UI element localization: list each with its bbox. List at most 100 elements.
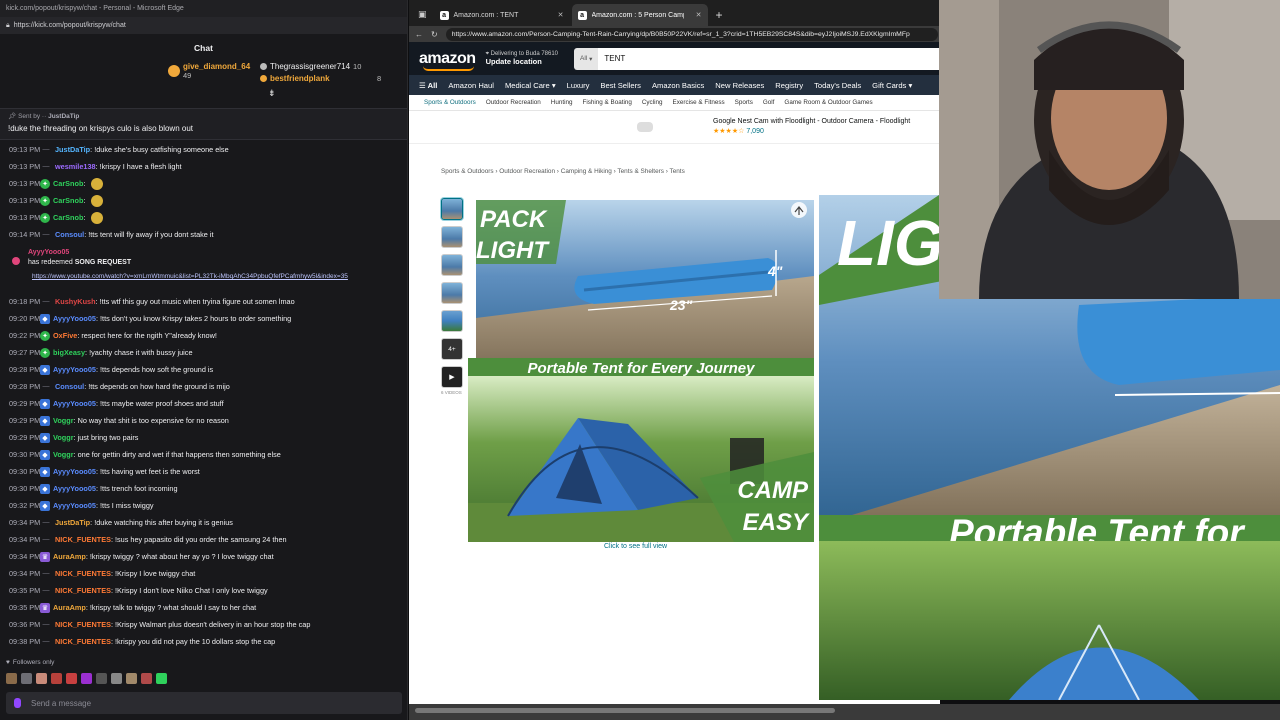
emote-icon[interactable] xyxy=(111,673,122,684)
message-username[interactable]: AuraAmp xyxy=(53,603,86,612)
emote-icon[interactable] xyxy=(156,673,167,684)
nav-medical-care[interactable]: Medical Care ▾ xyxy=(505,81,556,90)
message-username[interactable]: Voggr xyxy=(53,416,74,425)
nav-best-sellers[interactable]: Best Sellers xyxy=(600,81,641,90)
message-username[interactable]: AyyyYooo05 xyxy=(53,399,96,408)
message-timestamp: 09:29 PM xyxy=(9,416,41,425)
send-message-input[interactable]: Send a message xyxy=(6,692,402,714)
nav-all-menu[interactable]: ☰ All xyxy=(419,81,437,90)
message-username[interactable]: AyyyYooo05 xyxy=(53,365,96,374)
tab-actions-icon[interactable]: ▣ xyxy=(413,9,432,26)
redeem-link[interactable]: https://www.youtube.com/watch?v=xmLmWtmm… xyxy=(32,273,407,280)
nav-new-releases[interactable]: New Releases xyxy=(715,81,764,90)
sponsored-ad[interactable]: Google Nest Cam with Floodlight - Outdoo… xyxy=(409,111,940,144)
nav-luxury[interactable]: Luxury xyxy=(567,81,590,90)
product-main-image[interactable]: 4" 23" PACK LIGHT Portable Tent for Ever… xyxy=(468,198,814,542)
message-username[interactable]: AuraAmp xyxy=(53,552,86,561)
gifter-3[interactable]: bestfriendplank 8 xyxy=(260,74,381,83)
message-username[interactable]: AyyyYooo05 xyxy=(53,501,96,510)
tab-amazon-search[interactable]: a Amazon.com : TENT ✕ xyxy=(434,4,570,26)
message-username[interactable]: NICK_FUENTES xyxy=(55,637,111,646)
emote-icon[interactable] xyxy=(66,673,77,684)
message-username[interactable]: Consoul xyxy=(55,230,84,239)
horizontal-scrollbar[interactable] xyxy=(409,704,1280,720)
back-icon[interactable]: ← xyxy=(415,30,423,39)
nav-todays-deals[interactable]: Today's Deals xyxy=(814,81,861,90)
message-username[interactable]: AyyyYooo05 xyxy=(53,314,96,323)
video-thumbnail[interactable]: ▶ xyxy=(441,366,463,388)
message-username[interactable]: Voggr xyxy=(53,450,74,459)
emote-icon[interactable] xyxy=(81,673,92,684)
search-input[interactable] xyxy=(598,47,940,70)
pinned-user[interactable]: JustDaTip xyxy=(48,113,79,120)
nav-amazon-haul[interactable]: Amazon Haul xyxy=(448,81,494,90)
collapse-arrow-icon[interactable]: ⇟ xyxy=(268,88,276,99)
message-username[interactable]: NICK_FUENTES xyxy=(55,535,111,544)
message-username[interactable]: JustDaTip xyxy=(55,518,90,527)
emote-icon[interactable] xyxy=(6,673,17,684)
subnav-sports-outdoors[interactable]: Sports & Outdoors xyxy=(424,99,476,106)
subnav-cycling[interactable]: Cycling xyxy=(642,99,663,106)
message-username[interactable]: JustDaTip xyxy=(55,145,90,154)
emote-icon[interactable] xyxy=(96,673,107,684)
message-username[interactable]: OxFive xyxy=(53,331,77,340)
refresh-icon[interactable]: ↻ xyxy=(431,30,438,39)
nav-gift-cards[interactable]: Gift Cards ▾ xyxy=(872,81,912,90)
subnav-golf[interactable]: Golf xyxy=(763,99,775,106)
thumbnail-image[interactable] xyxy=(441,310,463,332)
gifter-1[interactable]: give_diamond_64 49 xyxy=(168,62,250,80)
subnav-outdoor-recreation[interactable]: Outdoor Recreation xyxy=(486,99,541,106)
scrollbar-thumb[interactable] xyxy=(415,708,835,713)
nav-amazon-basics[interactable]: Amazon Basics xyxy=(652,81,704,90)
redeem-user[interactable]: AyyyYooo05 xyxy=(28,249,407,256)
message-username[interactable]: AyyyYooo05 xyxy=(53,467,96,476)
amazon-logo[interactable]: amazon xyxy=(419,50,476,71)
ad-title[interactable]: Google Nest Cam with Floodlight - Outdoo… xyxy=(713,117,910,127)
address-bar[interactable]: https://www.amazon.com/Person-Camping-Te… xyxy=(445,27,938,41)
delivery-location[interactable]: ⌖ Delivering to Buda 78610 Update locati… xyxy=(486,50,558,67)
emote-icon[interactable] xyxy=(141,673,152,684)
close-icon[interactable]: ✕ xyxy=(558,11,564,19)
gifter-2[interactable]: Thegrassisgreener714 10 xyxy=(260,62,361,71)
breadcrumb[interactable]: Sports & Outdoors › Outdoor Recreation ›… xyxy=(441,168,685,175)
thumbnail-image[interactable] xyxy=(441,254,463,276)
chat-address-bar[interactable]: 🔒︎ https://kick.com/popout/krispyw/chat xyxy=(0,17,407,34)
message-username[interactable]: KushyKush xyxy=(55,297,96,306)
more-images-button[interactable]: 4+ xyxy=(441,338,463,360)
separator-icon: — xyxy=(42,383,50,390)
subnav-sports[interactable]: Sports xyxy=(735,99,753,106)
message-username[interactable]: Consoul xyxy=(55,382,84,391)
message-username[interactable]: CarSnob xyxy=(53,179,83,188)
emote-icon[interactable] xyxy=(51,673,62,684)
tab-amazon-product[interactable]: a Amazon.com : 5 Person Camping... ✕ xyxy=(571,4,708,26)
rating-count[interactable]: 7,090 xyxy=(746,128,764,135)
message-username[interactable]: NICK_FUENTES xyxy=(55,569,111,578)
emote-icon[interactable] xyxy=(21,673,32,684)
click-full-view-link[interactable]: Click to see full view xyxy=(604,543,667,550)
subnav-game-room[interactable]: Game Room & Outdoor Games xyxy=(784,99,872,106)
emote-icon[interactable] xyxy=(126,673,137,684)
subnav-hunting[interactable]: Hunting xyxy=(551,99,573,106)
top-gifters: give_diamond_64 49 Thegrassisgreener714 … xyxy=(0,60,407,90)
message-username[interactable]: AyyyYooo05 xyxy=(53,484,96,493)
thumbnail-image[interactable] xyxy=(441,282,463,304)
camp-text: CAMP xyxy=(737,477,809,504)
message-username[interactable]: Voggr xyxy=(53,433,74,442)
message-username[interactable]: bigXeasy xyxy=(53,348,85,357)
subnav-exercise-fitness[interactable]: Exercise & Fitness xyxy=(673,99,725,106)
thumbnail-image[interactable] xyxy=(441,226,463,248)
subnav-fishing-boating[interactable]: Fishing & Boating xyxy=(583,99,632,106)
microphone-icon[interactable] xyxy=(14,698,21,708)
message-username[interactable]: CarSnob xyxy=(53,196,83,205)
emote-icon[interactable] xyxy=(36,673,47,684)
new-tab-button[interactable]: + xyxy=(710,8,729,26)
thumbnail-image[interactable] xyxy=(441,198,463,220)
nav-registry[interactable]: Registry xyxy=(775,81,803,90)
message-username[interactable]: NICK_FUENTES xyxy=(55,620,111,629)
close-icon[interactable]: ✕ xyxy=(696,11,702,19)
message-username[interactable]: NICK_FUENTES xyxy=(55,586,111,595)
message-username[interactable]: CarSnob xyxy=(53,213,83,222)
message-text: !tts depends on how hard the ground is m… xyxy=(88,382,230,391)
search-category-select[interactable]: All ▾ xyxy=(574,47,599,70)
message-username[interactable]: wesmile138 xyxy=(55,162,96,171)
